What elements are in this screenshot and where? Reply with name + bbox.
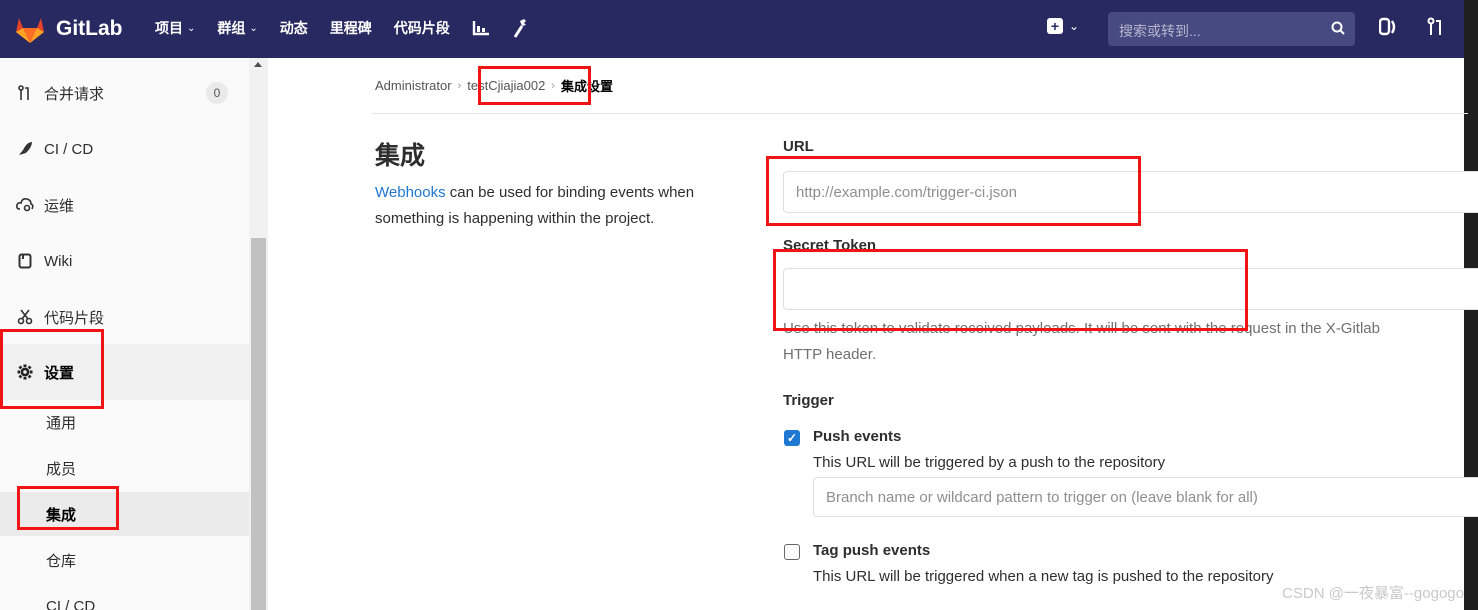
new-item-dropdown[interactable]: + ⌄ bbox=[1047, 18, 1079, 34]
secret-token-help-line2: HTTP header. bbox=[783, 346, 877, 363]
nav-milestones[interactable]: 里程碑 bbox=[330, 18, 372, 38]
top-navbar: GitLab 项目 ⌄ 群组 ⌄ 动态 里程碑 代码片段 + ⌄ 搜索或转到... bbox=[0, 0, 1478, 610]
sidebar-subitem-cicd[interactable]: CI / CD bbox=[0, 584, 249, 610]
book-icon bbox=[16, 253, 34, 269]
push-events-label[interactable]: Push events bbox=[813, 428, 901, 445]
sidebar-item-cicd[interactable]: CI / CD bbox=[0, 121, 249, 177]
merge-request-icon bbox=[16, 85, 34, 101]
sidebar-item-operations[interactable]: 运维 bbox=[0, 177, 249, 233]
sidebar-item-snippets[interactable]: 代码片段 bbox=[0, 289, 249, 345]
brand-name: GitLab bbox=[56, 17, 123, 40]
chart-icon[interactable] bbox=[472, 20, 490, 36]
tag-push-events-checkbox[interactable] bbox=[784, 544, 800, 560]
nav-snippets[interactable]: 代码片段 bbox=[394, 18, 450, 38]
section-description: Webhooks can be used for binding events … bbox=[375, 184, 695, 227]
sidebar-subitem-members[interactable]: 成员 bbox=[0, 446, 249, 490]
url-label: URL bbox=[783, 138, 814, 155]
nav-projects[interactable]: 项目 ⌄ bbox=[155, 18, 195, 38]
scrollbar-thumb[interactable] bbox=[251, 238, 266, 610]
secret-token-help: Use this token to validate received payl… bbox=[783, 320, 1380, 337]
gitlab-home-link[interactable]: GitLab bbox=[14, 14, 123, 44]
chevron-down-icon: ⌄ bbox=[249, 22, 258, 34]
sidebar-item-merge-requests[interactable]: 合并请求 0 bbox=[0, 65, 249, 121]
sidebar-subitem-repository[interactable]: 仓库 bbox=[0, 538, 249, 582]
wrench-icon[interactable] bbox=[512, 18, 528, 38]
sidebar-scrollbar[interactable] bbox=[249, 58, 268, 610]
issues-icon[interactable] bbox=[1378, 17, 1397, 42]
sidebar-subitem-general[interactable]: 通用 bbox=[0, 400, 249, 444]
secret-token-input[interactable] bbox=[783, 268, 1478, 310]
merge-request-icon[interactable] bbox=[1427, 17, 1445, 42]
search-icon bbox=[1331, 21, 1345, 35]
breadcrumb-namespace-link[interactable]: Administrator bbox=[375, 78, 452, 93]
sidebar-item-settings[interactable]: 设置 bbox=[0, 344, 249, 400]
nav-groups[interactable]: 群组 ⌄ bbox=[217, 18, 257, 38]
breadcrumb-divider bbox=[372, 113, 1468, 114]
breadcrumb-separator: › bbox=[457, 79, 462, 92]
rocket-icon bbox=[16, 141, 34, 157]
chevron-down-icon: ⌄ bbox=[1069, 19, 1080, 33]
sidebar-item-wiki[interactable]: Wiki bbox=[0, 233, 249, 289]
search-box[interactable]: 搜索或转到... bbox=[1108, 12, 1355, 46]
push-events-checkbox[interactable]: ✓ bbox=[784, 430, 800, 446]
search-input[interactable]: 搜索或转到... bbox=[1119, 21, 1201, 41]
gitlab-logo-icon bbox=[16, 18, 44, 43]
tag-push-events-label[interactable]: Tag push events bbox=[813, 542, 930, 559]
scroll-up-arrow-icon[interactable] bbox=[254, 62, 262, 67]
scissors-icon bbox=[16, 309, 34, 325]
sidebar-subitem-integrations[interactable]: 集成 bbox=[0, 492, 249, 536]
breadcrumb-separator: › bbox=[551, 79, 555, 92]
breadcrumb-project-link[interactable]: testCjiajia002 bbox=[467, 78, 545, 93]
url-input[interactable] bbox=[783, 171, 1478, 213]
plus-square-icon: + bbox=[1047, 18, 1063, 34]
breadcrumb-current-page: 集成设置 bbox=[560, 79, 613, 94]
trigger-label: Trigger bbox=[783, 392, 834, 409]
nav-activity[interactable]: 动态 bbox=[280, 18, 308, 38]
page-title: 集成 bbox=[375, 142, 426, 170]
project-sidebar: 合并请求 0 CI / CD 运维 Wiki 代码片段 设置 通用 成员 集成 … bbox=[0, 58, 268, 610]
branch-filter-input[interactable] bbox=[813, 477, 1478, 517]
main-nav: 项目 ⌄ 群组 ⌄ 动态 里程碑 代码片段 bbox=[155, 18, 550, 38]
tag-push-events-help: This URL will be triggered when a new ta… bbox=[813, 568, 1274, 585]
secret-token-label: Secret Token bbox=[783, 237, 877, 254]
cloud-gear-icon bbox=[16, 197, 34, 213]
webhooks-link[interactable]: Webhooks bbox=[375, 184, 446, 201]
merge-request-count-badge: 0 bbox=[206, 82, 228, 104]
breadcrumb: Administrator › testCjiajia002 › 集成设置 bbox=[375, 76, 613, 95]
watermark: CSDN @一夜暴富--gogogo bbox=[1282, 585, 1464, 602]
push-events-help: This URL will be triggered by a push to … bbox=[813, 454, 1166, 471]
gear-icon bbox=[16, 364, 34, 380]
chevron-down-icon: ⌄ bbox=[187, 22, 196, 34]
